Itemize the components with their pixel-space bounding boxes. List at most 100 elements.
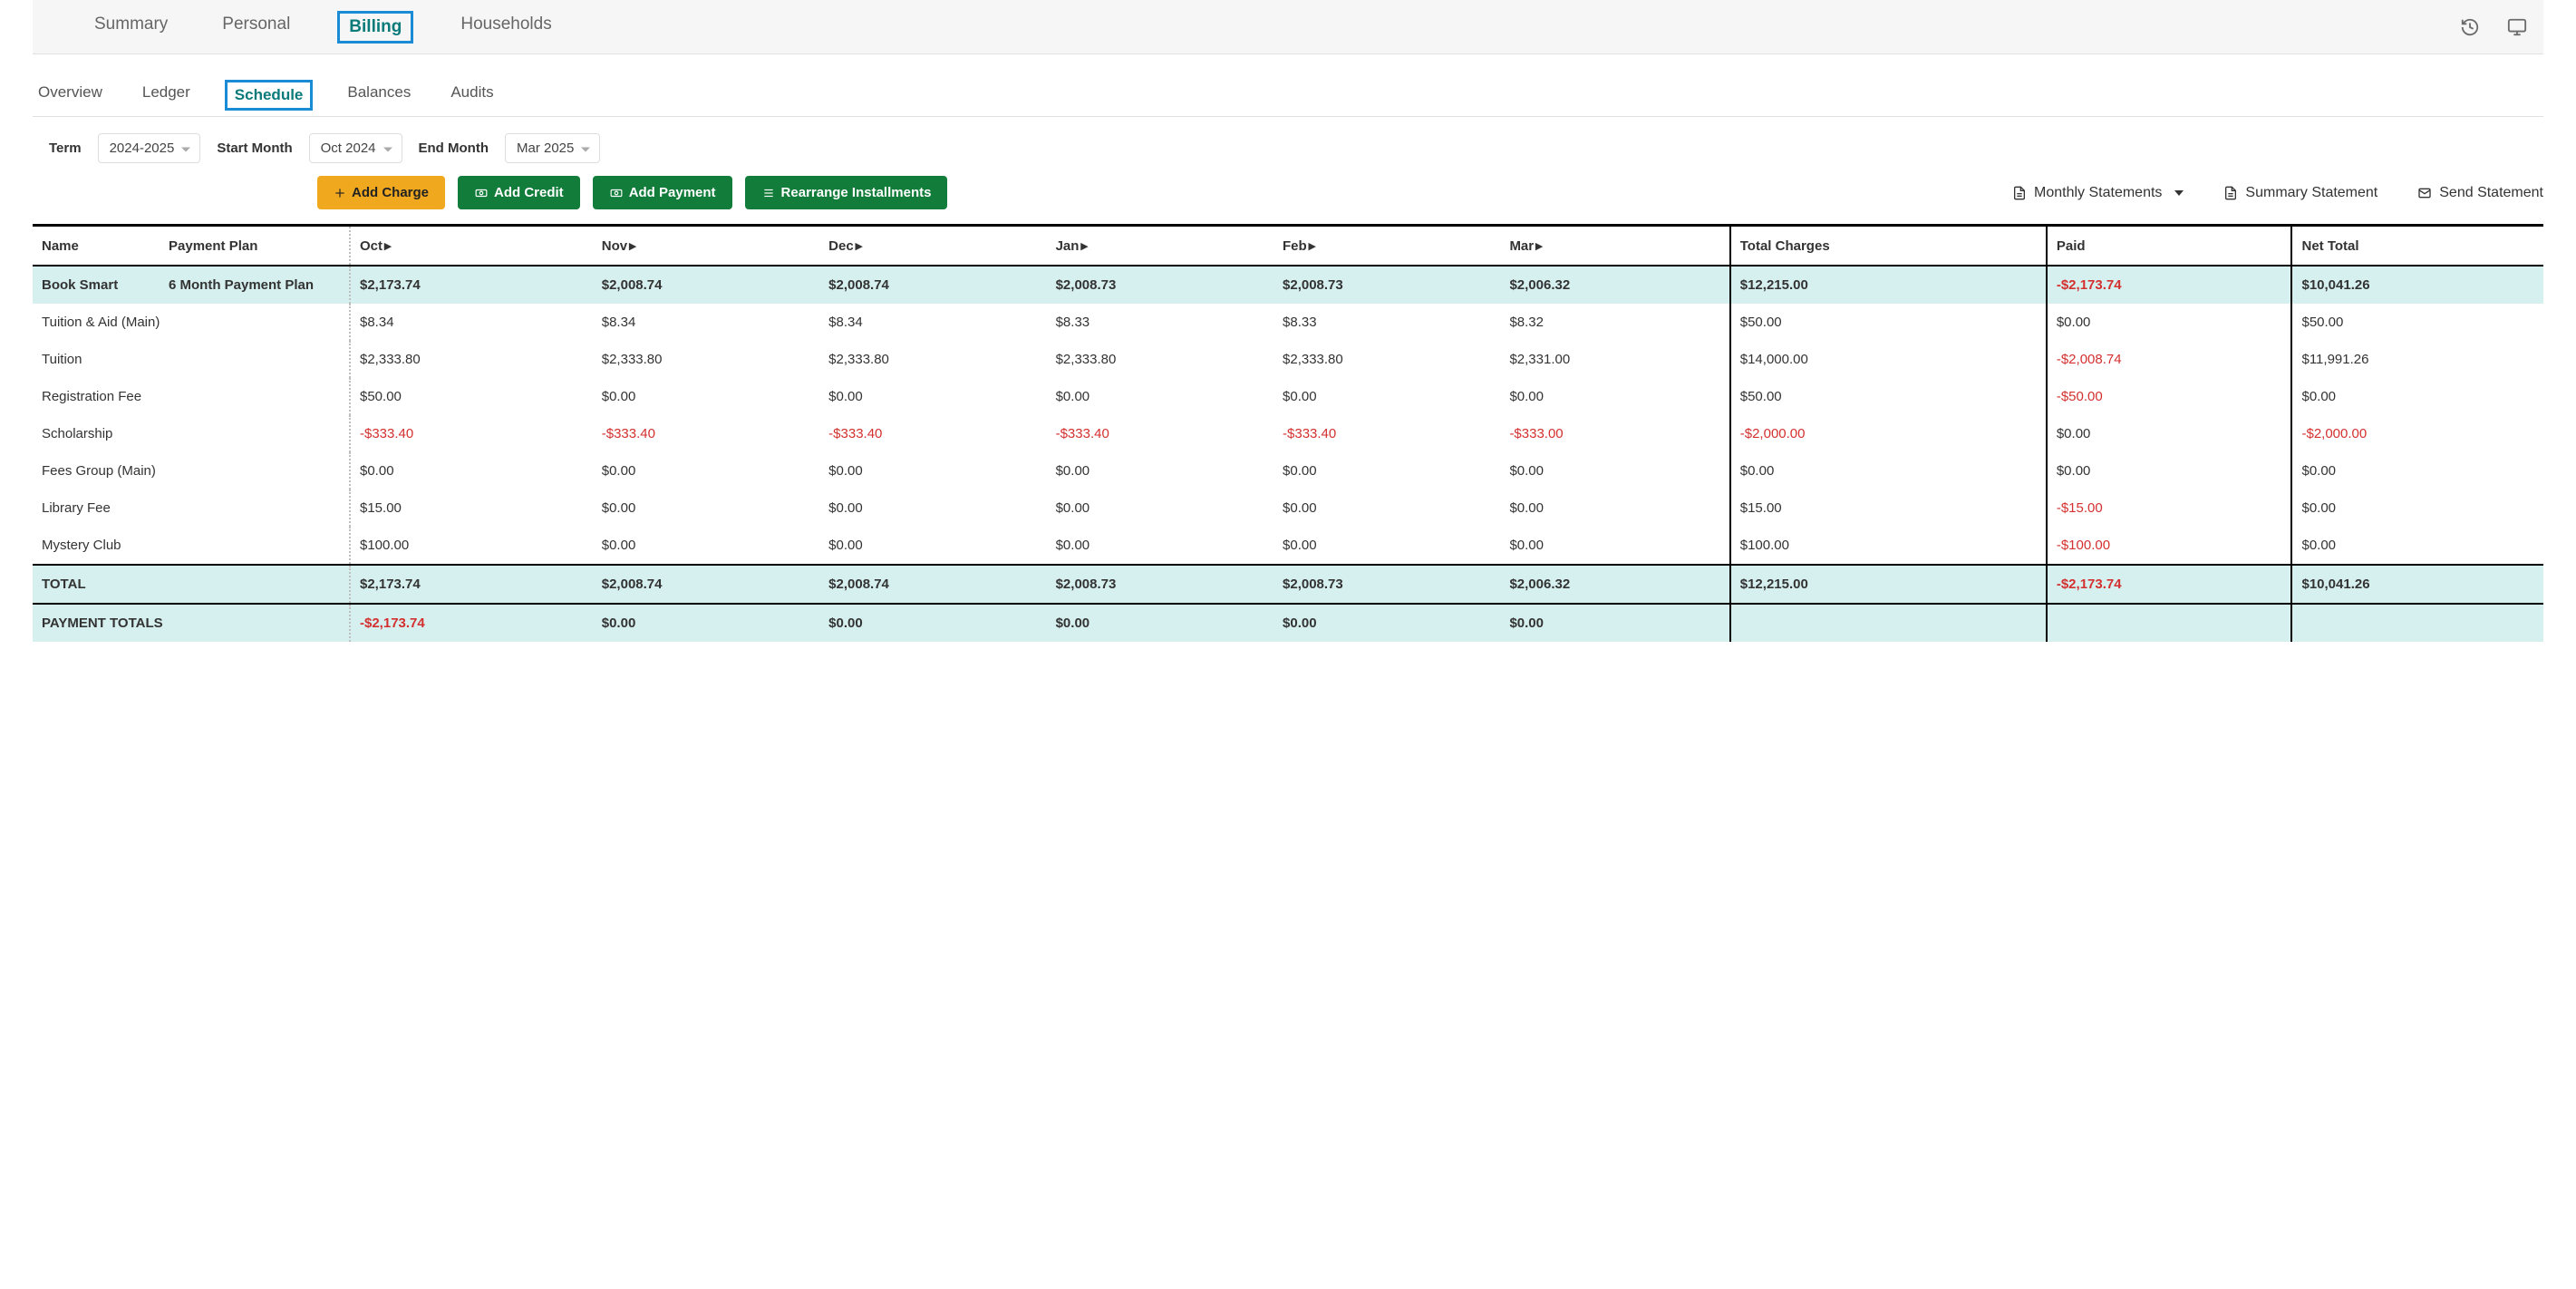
table-row: Scholarship-$333.40-$333.40-$333.40-$333… [33,415,2543,452]
term-label: Term [49,141,82,156]
payment-totals-row: PAYMENT TOTALS-$2,173.74$0.00$0.00$0.00$… [33,604,2543,642]
subtab-schedule[interactable]: Schedule [225,80,314,111]
subtab-overview[interactable]: Overview [33,80,108,116]
cell: -$2,173.74 [2047,266,2292,304]
summary-statement-label: Summary Statement [2245,185,2377,201]
cell: $0.00 [593,489,819,527]
cell: $8.33 [1273,304,1500,341]
cell: $15.00 [1730,489,2047,527]
cell: $0.00 [1047,489,1273,527]
cell: $0.00 [1047,527,1273,565]
cell: $2,008.74 [593,266,819,304]
caret-right-icon: ▸ [856,238,863,254]
add-charge-label: Add Charge [352,185,429,200]
cell: $10,041.26 [2291,266,2543,304]
cell: $0.00 [593,378,819,415]
tab-billing[interactable]: Billing [337,11,413,44]
sub-tab-bar: Overview Ledger Schedule Balances Audits [33,54,2543,116]
cell: -$333.00 [1500,415,1729,452]
cell [2047,604,2292,642]
term-select[interactable]: 2024-2025 [98,133,201,163]
cell: -$333.40 [1047,415,1273,452]
cell: $2,006.32 [1500,565,1729,604]
col-month-mar[interactable]: Mar▸ [1500,226,1729,267]
cell: $2,173.74 [350,565,593,604]
cell: $0.00 [2047,452,2292,489]
col-month-nov[interactable]: Nov▸ [593,226,819,267]
cell: $2,008.73 [1273,266,1500,304]
col-month-label: Nov [602,238,627,254]
start-month-select[interactable]: Oct 2024 [309,133,402,163]
monthly-statements-label: Monthly Statements [2034,185,2162,201]
cell: -$2,173.74 [2047,565,2292,604]
history-icon[interactable] [2460,17,2480,37]
cell: -$50.00 [2047,378,2292,415]
monitor-icon[interactable] [2507,17,2527,37]
document-icon [2012,186,2027,200]
cell [2291,604,2543,642]
cell: $0.00 [1047,452,1273,489]
cell: $0.00 [2291,527,2543,565]
payment-totals-label: PAYMENT TOTALS [33,604,350,642]
cell: $8.34 [819,304,1046,341]
total-row: TOTAL$2,173.74$2,008.74$2,008.74$2,008.7… [33,565,2543,604]
cell: $0.00 [1273,489,1500,527]
cell: $8.34 [350,304,593,341]
cell-name: Fees Group (Main) [33,452,350,489]
cell: $2,333.80 [1273,341,1500,378]
tab-summary[interactable]: Summary [87,11,175,44]
add-payment-label: Add Payment [629,185,716,200]
cell: -$2,000.00 [1730,415,2047,452]
rearrange-button[interactable]: Rearrange Installments [745,176,948,209]
summary-statement-link[interactable]: Summary Statement [2223,185,2377,201]
cell: $2,008.74 [593,565,819,604]
money-icon [474,187,489,199]
send-statement-label: Send Statement [2439,185,2543,201]
tab-households[interactable]: Households [453,11,558,44]
caret-right-icon: ▸ [1080,238,1088,254]
table-row: Library Fee$15.00$0.00$0.00$0.00$0.00$0.… [33,489,2543,527]
cell: $2,008.73 [1273,565,1500,604]
end-month-select[interactable]: Mar 2025 [505,133,600,163]
col-month-dec[interactable]: Dec▸ [819,226,1046,267]
cell-name: Tuition & Aid (Main) [33,304,350,341]
cell: -$333.40 [819,415,1046,452]
cell: $0.00 [1273,378,1500,415]
add-payment-button[interactable]: Add Payment [593,176,732,209]
col-net-total: Net Total [2291,226,2543,267]
cell: $2,333.80 [593,341,819,378]
col-month-jan[interactable]: Jan▸ [1047,226,1273,267]
cell-plan: 6 Month Payment Plan [160,266,350,304]
end-month-label: End Month [419,141,489,156]
tab-personal[interactable]: Personal [215,11,297,44]
subtab-audits[interactable]: Audits [445,80,499,116]
top-tab-bar: Summary Personal Billing Households [33,0,2543,54]
col-month-feb[interactable]: Feb▸ [1273,226,1500,267]
cell: $0.00 [1500,378,1729,415]
cell: $50.00 [1730,304,2047,341]
cell: $2,173.74 [350,266,593,304]
cell: $0.00 [2291,378,2543,415]
subtab-balances[interactable]: Balances [342,80,416,116]
send-statement-link[interactable]: Send Statement [2417,185,2543,201]
subtab-ledger[interactable]: Ledger [137,80,196,116]
col-month-label: Oct [360,238,383,254]
add-credit-button[interactable]: Add Credit [458,176,580,209]
cell-name: Book Smart [33,266,160,304]
col-month-oct[interactable]: Oct▸ [350,226,593,267]
table-row: Mystery Club$100.00$0.00$0.00$0.00$0.00$… [33,527,2543,565]
col-payment-plan: Payment Plan [160,226,350,267]
monthly-statements-link[interactable]: Monthly Statements [2012,185,2184,201]
cell: $2,008.74 [819,565,1046,604]
rearrange-label: Rearrange Installments [781,185,932,200]
add-charge-button[interactable]: Add Charge [317,176,445,209]
col-paid: Paid [2047,226,2292,267]
cell: $50.00 [1730,378,2047,415]
cell: -$15.00 [2047,489,2292,527]
cell: $0.00 [2047,415,2292,452]
cell-name: Library Fee [33,489,350,527]
caret-right-icon: ▸ [1535,238,1543,254]
cell: $0.00 [819,489,1046,527]
cell: -$333.40 [1273,415,1500,452]
money-icon [609,187,624,199]
